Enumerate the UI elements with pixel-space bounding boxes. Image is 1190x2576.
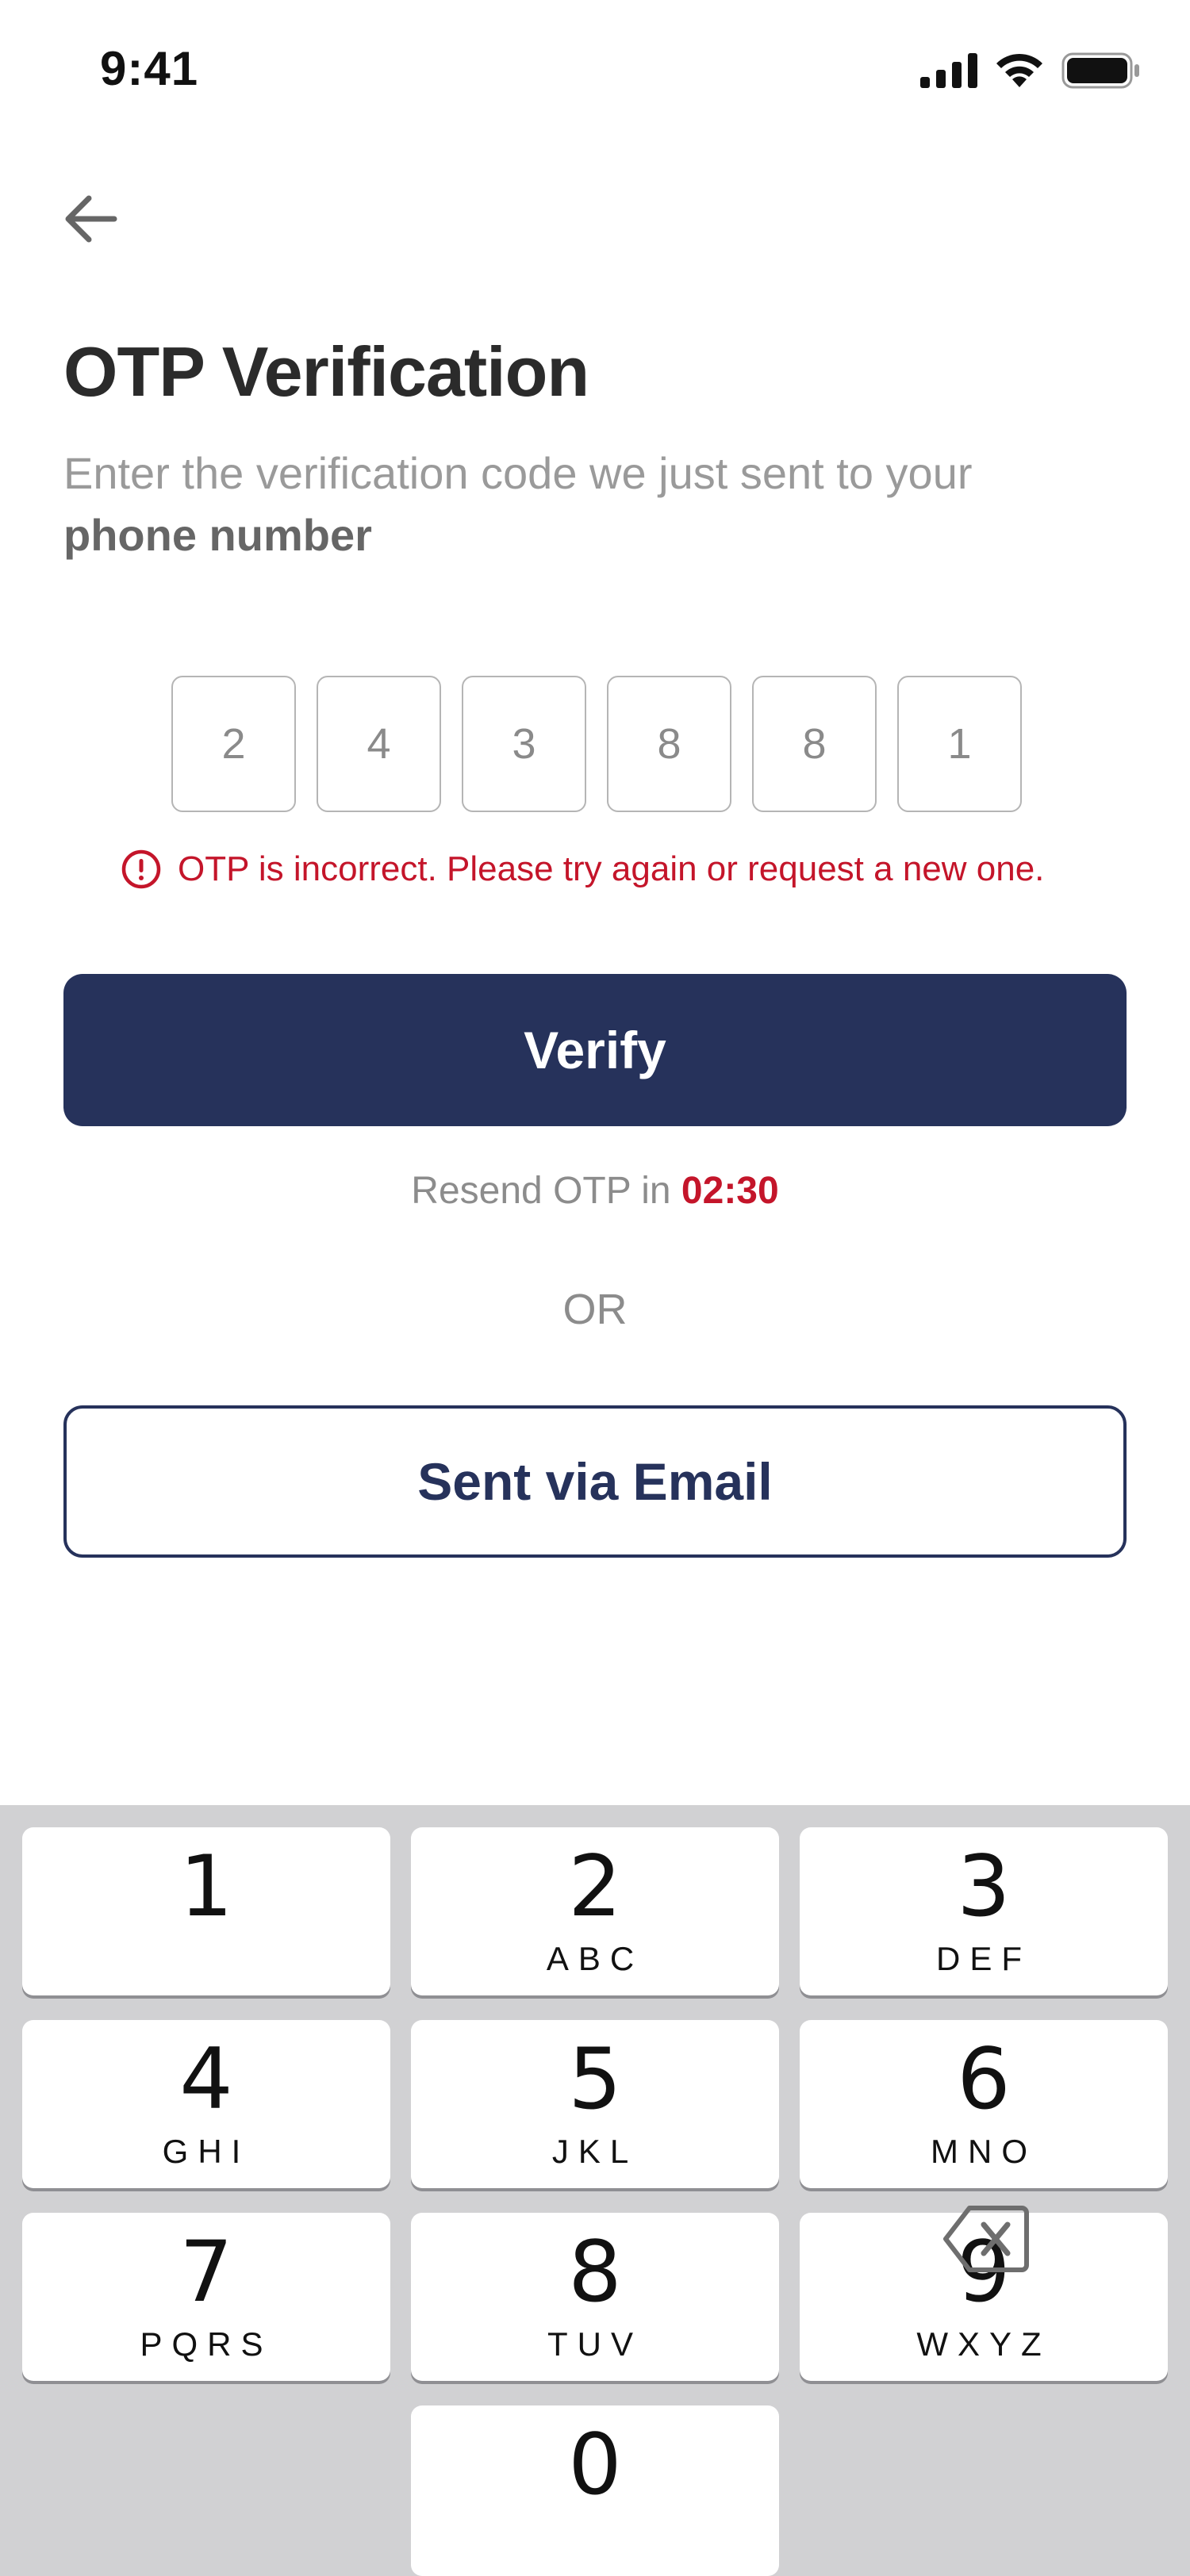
key-6[interactable]: 6 MNO xyxy=(800,2020,1168,2188)
key-number: 7 xyxy=(179,2223,233,2321)
error-text: OTP is incorrect. Please try again or re… xyxy=(178,849,1045,888)
backspace-icon xyxy=(943,2206,1029,2272)
resend-timer: 02:30 xyxy=(681,1170,779,1212)
wifi-icon xyxy=(996,53,1042,87)
key-letters: WXYZ xyxy=(916,2325,1051,2363)
error-message: OTP is incorrect. Please try again or re… xyxy=(121,849,1044,890)
verify-button[interactable]: Verify xyxy=(63,974,1127,1126)
key-1[interactable]: 1 xyxy=(22,1827,390,1995)
otp-digit-4[interactable]: 8 xyxy=(607,676,731,812)
arrow-left-icon xyxy=(65,195,117,243)
status-time: 9:41 xyxy=(100,42,199,95)
otp-digit-3[interactable]: 3 xyxy=(462,676,586,812)
key-8[interactable]: 8 TUV xyxy=(411,2213,779,2381)
page-title: OTP Verification xyxy=(63,332,589,411)
delete-key[interactable] xyxy=(935,2195,1038,2283)
resend-label: Resend OTP in xyxy=(411,1170,671,1212)
key-number: 5 xyxy=(568,2030,622,2128)
or-divider: OR xyxy=(562,1286,628,1333)
key-7[interactable]: 7 PQRS xyxy=(22,2213,390,2381)
key-letters: PQRS xyxy=(140,2325,273,2363)
key-2[interactable]: 2 ABC xyxy=(411,1827,779,1995)
resend-otp: Resend OTP in 02:30 xyxy=(0,1169,1190,1213)
otp-digit-2[interactable]: 4 xyxy=(317,676,441,812)
back-button[interactable] xyxy=(52,181,129,257)
key-0[interactable]: 0 xyxy=(411,2405,779,2576)
key-5[interactable]: 5 JKL xyxy=(411,2020,779,2188)
key-number: 6 xyxy=(957,2030,1011,2128)
send-via-email-button[interactable]: Sent via Email xyxy=(63,1405,1127,1558)
key-letters: TUV xyxy=(547,2325,643,2363)
key-number: 2 xyxy=(568,1838,622,1935)
otp-digit-5[interactable]: 8 xyxy=(752,676,877,812)
error-circle-icon xyxy=(121,849,161,889)
key-letters: JKL xyxy=(551,2133,639,2170)
otp-digit-6[interactable]: 1 xyxy=(897,676,1022,812)
key-letters: DEF xyxy=(936,1940,1031,1977)
otp-inputs: 2 4 3 8 8 1 xyxy=(171,676,1022,812)
key-letters: MNO xyxy=(931,2133,1037,2170)
battery-icon xyxy=(1061,52,1139,89)
key-3[interactable]: 3 DEF xyxy=(800,1827,1168,1995)
key-number: 3 xyxy=(957,1838,1011,1935)
key-letters: ABC xyxy=(546,1940,644,1977)
signal-icon xyxy=(920,53,977,88)
key-number: 1 xyxy=(179,1838,233,1935)
subtitle-strong: phone number xyxy=(63,510,372,560)
status-icons xyxy=(920,52,1141,89)
subtitle-text: Enter the verification code we just sent… xyxy=(63,448,973,498)
key-number: 0 xyxy=(568,2416,622,2513)
key-letters: GHI xyxy=(162,2133,251,2170)
status-bar: 9:41 xyxy=(0,0,1190,143)
key-4[interactable]: 4 GHI xyxy=(22,2020,390,2188)
otp-digit-1[interactable]: 2 xyxy=(171,676,296,812)
subtitle: Enter the verification code we just sent… xyxy=(63,443,1142,566)
key-number: 4 xyxy=(179,2030,233,2128)
key-number: 8 xyxy=(568,2223,622,2321)
